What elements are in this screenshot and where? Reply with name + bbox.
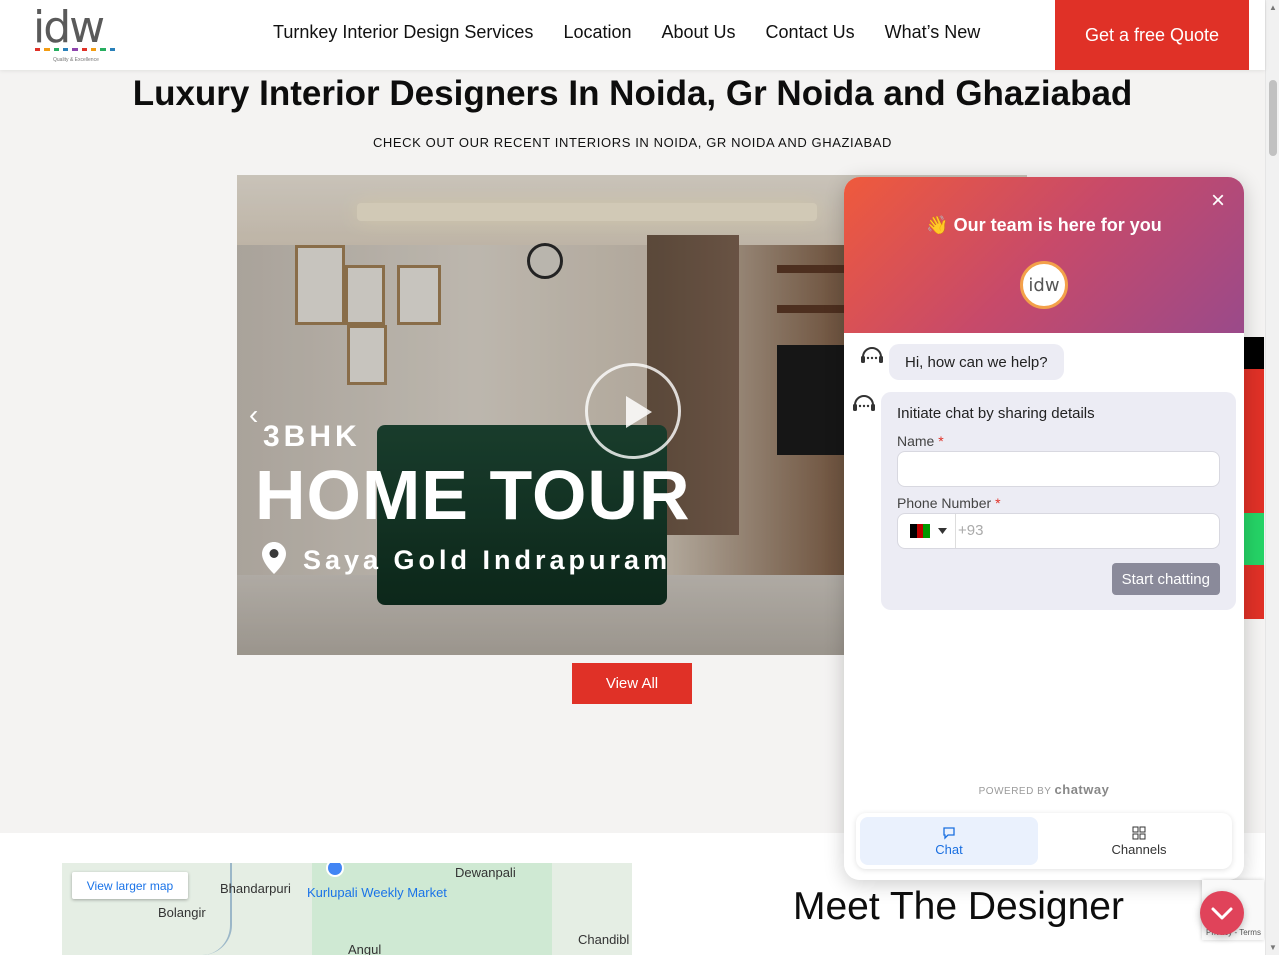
chat-toggle-button[interactable] [1200,891,1244,935]
scroll-up-icon[interactable]: ▲ [1269,3,1277,12]
chat-avatar: idw [1020,261,1068,309]
grid-icon [1132,826,1146,839]
map-label: Angul [348,942,382,955]
nav-whats-new[interactable]: What’s New [885,22,981,43]
close-icon[interactable]: × [1206,189,1230,213]
support-agent-icon [861,347,883,363]
video-caption-small: 3BHK [263,420,361,453]
video-location: Saya Gold Indrapuram [303,545,672,575]
support-agent-icon [853,395,875,411]
hero-subtitle: CHECK OUT OUR RECENT INTERIORS IN NOIDA,… [372,135,893,150]
logo-dots [35,48,115,52]
chat-bubble-icon [943,826,955,840]
afghanistan-flag-icon [910,524,931,538]
chevron-down-icon [1211,907,1233,920]
meet-designer-heading: Meet The Designer [793,885,1124,928]
start-chatting-button[interactable]: Start chatting [1111,563,1220,595]
get-quote-button[interactable]: Get a free Quote [1055,0,1249,70]
main-nav: Turnkey Interior Design Services Locatio… [273,22,980,43]
form-title: Initiate chat by sharing details [897,405,1095,422]
name-field[interactable] [897,451,1220,487]
view-larger-map-link[interactable]: View larger map [72,872,188,899]
scroll-down-icon[interactable]: ▼ [1269,943,1277,952]
nav-location[interactable]: Location [563,22,631,43]
chat-tabs: Chat Channels [856,813,1232,869]
side-social-button[interactable] [1244,565,1264,619]
name-label: Name * [897,433,944,449]
phone-placeholder: +93 [958,522,984,539]
map-label: Dewanpali [455,865,516,880]
phone-field[interactable]: +93 [897,513,1220,549]
play-icon[interactable] [585,363,681,459]
map-label: Kurlupali Weekly Market [307,885,447,900]
phone-label: Phone Number * [897,495,1001,511]
side-social-button[interactable] [1244,337,1264,369]
map-label: Bhandarpuri [220,881,291,896]
chat-header: × 👋 Our team is here for you idw [844,177,1244,333]
map-label: Chandibl [578,932,630,947]
view-all-button[interactable]: View All [572,663,692,704]
greeting-message: Hi, how can we help? [889,344,1064,380]
map-label: Bolangir [158,905,206,920]
google-map[interactable]: Dewanpali Bhandarpuri Kurlupali Weekly M… [62,863,632,955]
nav-contact-us[interactable]: Contact Us [766,22,855,43]
chat-body: Hi, how can we help? Initiate chat by sh… [844,333,1244,880]
video-caption-big: HOME TOUR [255,456,691,534]
powered-by: POWERED BY chatway [978,782,1110,797]
chat-details-form: Initiate chat by sharing details Name * … [881,392,1236,610]
page-scrollbar[interactable]: ▲ ▼ [1265,0,1279,955]
country-code-select[interactable] [898,514,956,548]
nav-turnkey-services[interactable]: Turnkey Interior Design Services [273,22,533,43]
site-logo[interactable]: idw Quality & Excellence [33,2,119,64]
tab-channels[interactable]: Channels [1050,817,1228,865]
caret-down-icon [938,528,947,534]
carousel-prev-icon[interactable]: ‹ [249,399,258,431]
logo-tagline: Quality & Excellence [53,57,99,63]
logo-text: idw [33,2,105,53]
chat-widget: × 👋 Our team is here for you idw Hi, how… [844,177,1244,880]
page-title: Luxury Interior Designers In Noida, Gr N… [132,74,1133,113]
side-whatsapp-button[interactable] [1244,513,1264,565]
side-social-button[interactable] [1244,369,1264,513]
site-header: idw Quality & Excellence Turnkey Interio… [0,0,1265,70]
chat-title: 👋 Our team is here for you [926,215,1162,235]
nav-about-us[interactable]: About Us [662,22,736,43]
scrollbar-thumb[interactable] [1269,80,1277,156]
location-pin-icon [262,542,286,574]
tab-chat[interactable]: Chat [860,817,1038,865]
